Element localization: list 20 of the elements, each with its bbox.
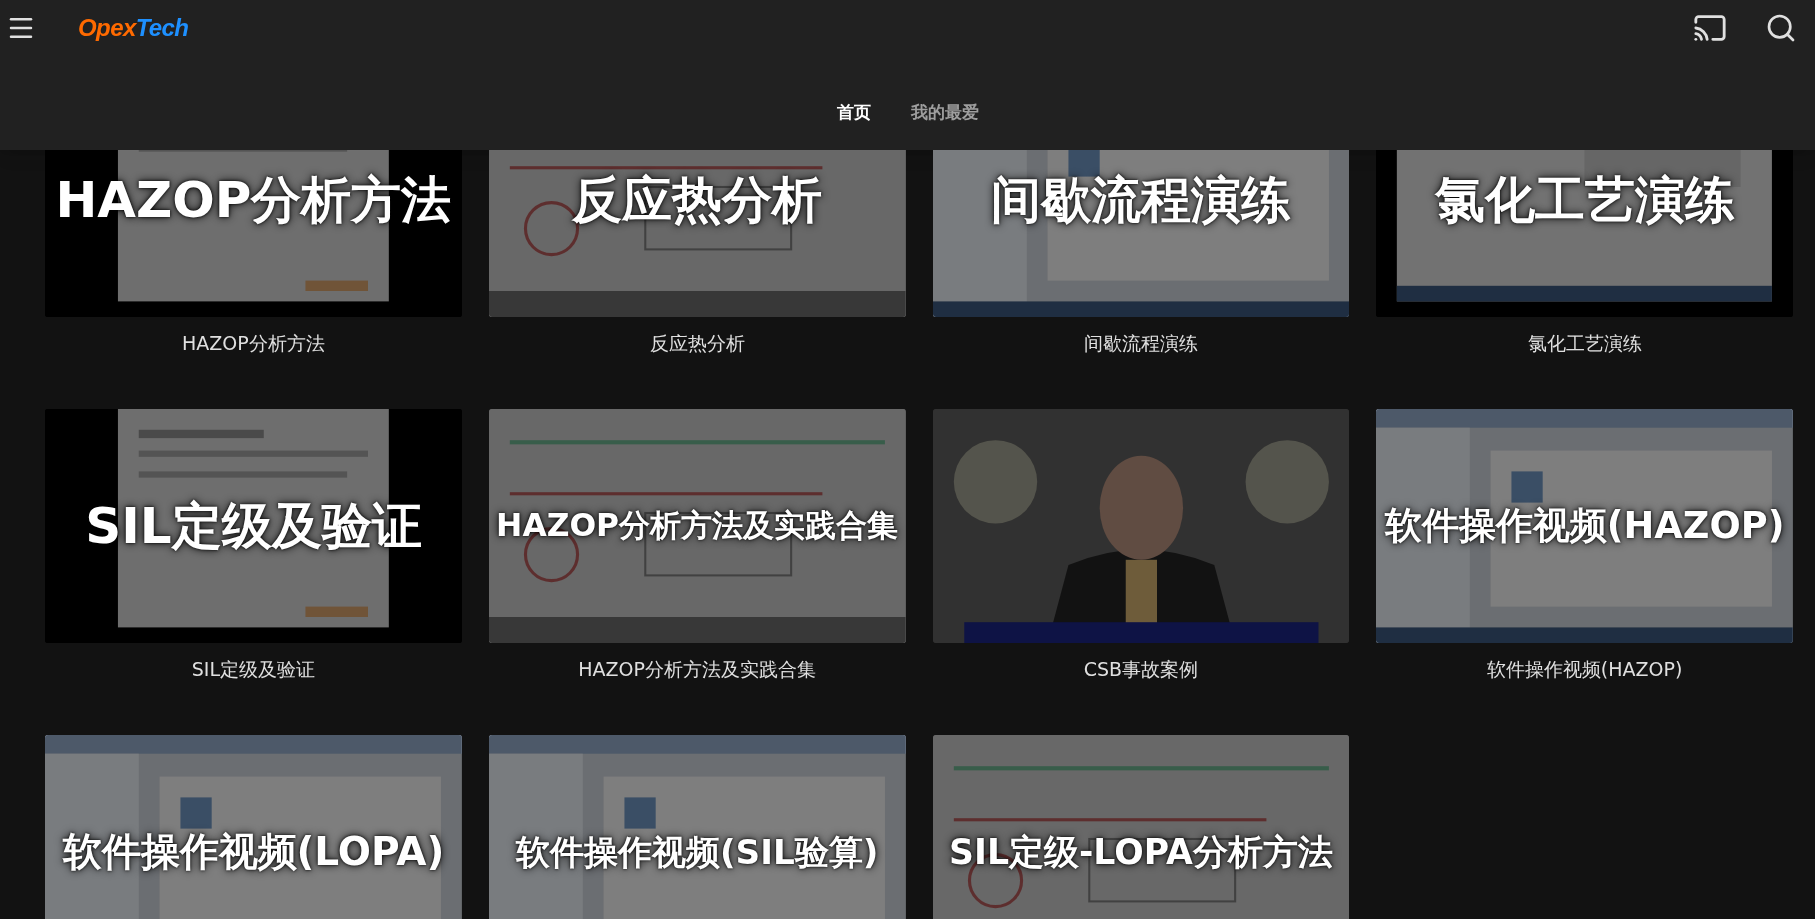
video-caption[interactable]: 氯化工艺演练	[1527, 329, 1642, 358]
video-caption[interactable]: SIL定级及验证	[191, 655, 315, 684]
thumbnail-title: HAZOP分析方法及实践合集	[496, 510, 899, 542]
thumbnail-title: 氯化工艺演练	[1434, 175, 1735, 225]
thumbnail-title: 间歇流程演练	[990, 175, 1291, 225]
video-caption[interactable]: CSB事故案例	[1083, 655, 1199, 684]
video-caption[interactable]: 反应热分析	[649, 329, 745, 358]
search-icon[interactable]	[1765, 12, 1797, 44]
thumbnail-title: 反应热分析	[572, 175, 823, 225]
video-caption[interactable]: 间歇流程演练	[1083, 329, 1198, 358]
thumbnail-title: 软件操作视频(SIL验算)	[515, 834, 879, 870]
tab[interactable]: 我的最爱	[900, 96, 989, 130]
thumbnail-title: SIL定级-LOPA分析方法	[949, 834, 1333, 870]
thumbnail-title: 软件操作视频(HAZOP)	[1384, 507, 1785, 545]
logo-text[interactable]: Opex	[78, 10, 136, 46]
thumbnail-title: 软件操作视频(LOPA)	[62, 832, 445, 872]
video-caption[interactable]: HAZOP分析方法及实践合集	[578, 655, 816, 684]
tab[interactable]: 首页	[826, 96, 881, 130]
video-caption[interactable]: HAZOP分析方法	[182, 329, 325, 358]
video-caption[interactable]: 软件操作视频(HAZOP)	[1486, 655, 1683, 684]
